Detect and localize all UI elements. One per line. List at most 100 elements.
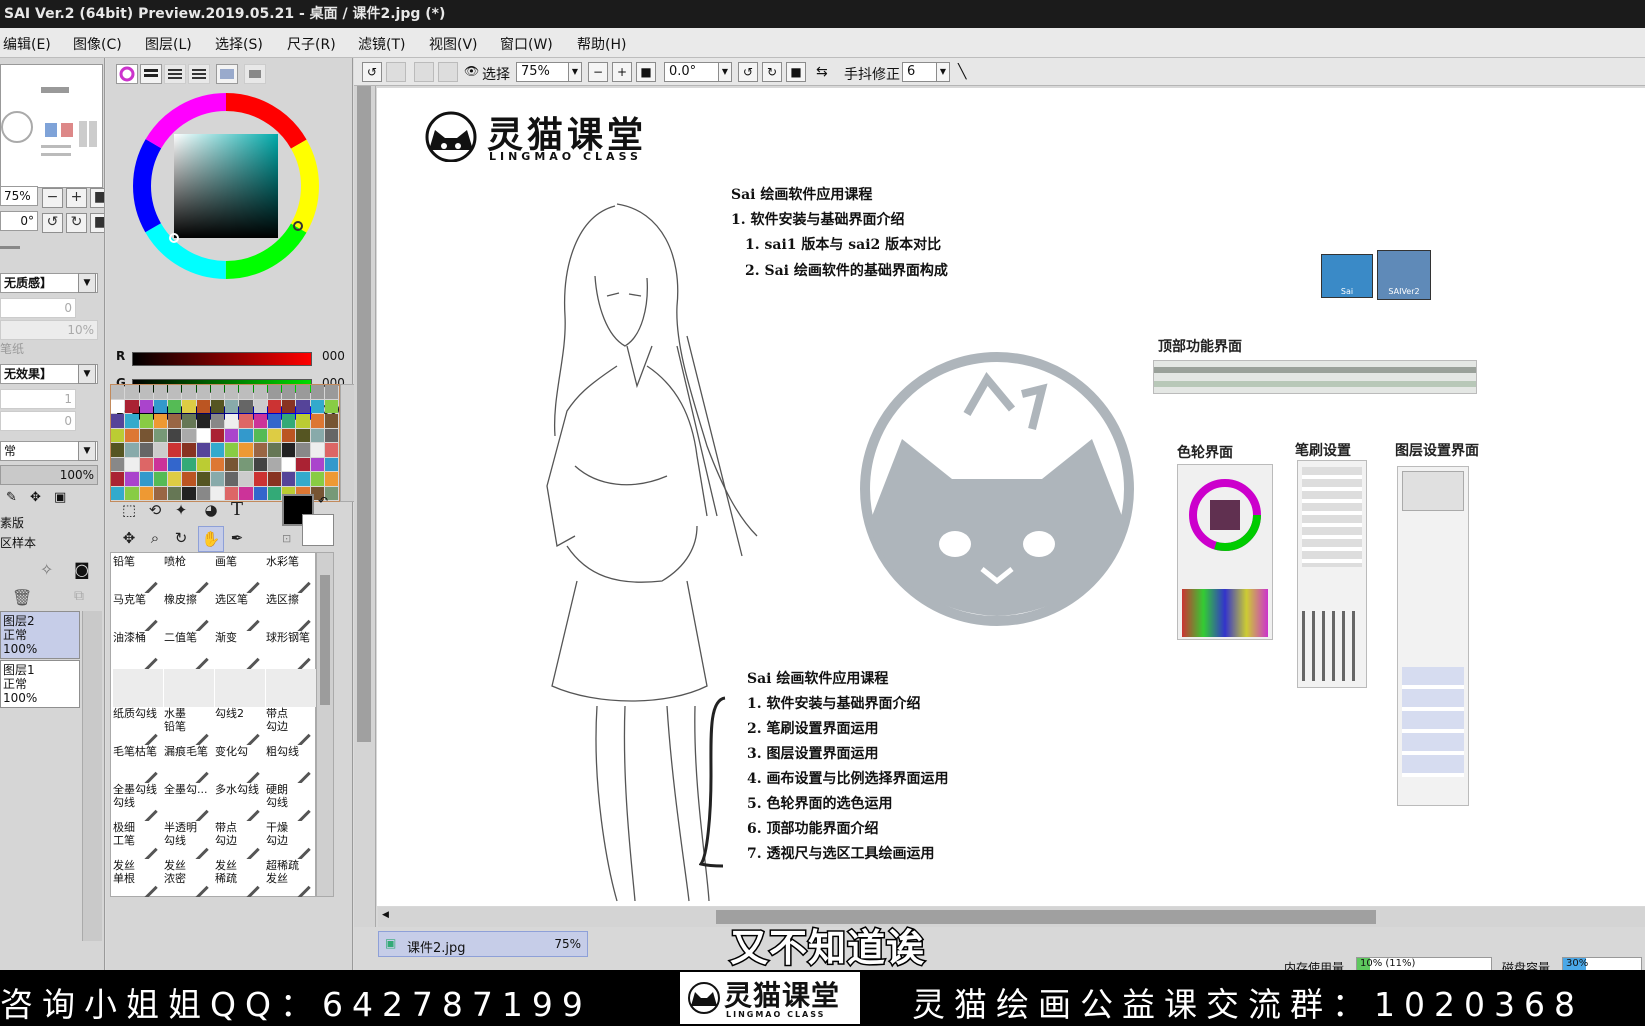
menu-filter[interactable]: 滤镜(T) (358, 34, 405, 54)
color-swatch[interactable] (125, 457, 139, 471)
color-swatch[interactable] (267, 472, 281, 486)
scratchpad-tab[interactable] (244, 64, 266, 84)
rotate-tool-icon[interactable]: ↻ (168, 526, 194, 552)
color-swatch[interactable] (225, 457, 239, 471)
brush-cell[interactable]: 全墨勾... (164, 783, 214, 821)
color-swatch[interactable] (324, 385, 338, 399)
color-swatch[interactable] (267, 457, 281, 471)
vertical-scroll-thumb[interactable] (357, 82, 371, 742)
color-swatch[interactable] (239, 385, 253, 399)
zoom-out-button[interactable]: − (588, 62, 608, 82)
invert-select-button[interactable] (438, 62, 458, 82)
stabilizer-dropdown-icon[interactable]: ▼ (936, 62, 950, 82)
color-swatch[interactable] (310, 472, 324, 486)
color-swatch[interactable] (324, 472, 338, 486)
color-swatch[interactable] (182, 443, 196, 457)
color-swatch[interactable] (168, 428, 182, 442)
color-swatch[interactable] (225, 472, 239, 486)
color-swatch[interactable] (310, 414, 324, 428)
color-swatch[interactable] (282, 457, 296, 471)
color-swatch[interactable] (282, 443, 296, 457)
color-swatch[interactable] (282, 385, 296, 399)
menu-layer[interactable]: 图层(L) (145, 34, 192, 54)
brush-cell[interactable]: 球形钢笔 (266, 631, 316, 669)
color-swatch[interactable] (296, 443, 310, 457)
color-swatch[interactable] (253, 428, 267, 442)
brush-cell[interactable]: 极细 工笔 (113, 821, 163, 859)
color-swatch[interactable] (168, 443, 182, 457)
color-swatch[interactable] (296, 457, 310, 471)
move-icon[interactable]: ✥ (30, 490, 41, 505)
color-swatch[interactable] (153, 472, 167, 486)
color-swatch[interactable] (111, 414, 125, 428)
color-wheel-tab[interactable] (116, 64, 138, 84)
zoom-tool-icon[interactable]: ⌕ (142, 526, 168, 552)
color-swatch[interactable] (296, 399, 310, 413)
color-swatch[interactable] (139, 428, 153, 442)
brush-cell[interactable]: 超稀疏 发丝 (266, 859, 316, 897)
rotate-right-button[interactable]: ↻ (66, 213, 87, 233)
eye-icon[interactable]: 👁 (464, 64, 479, 78)
nav-angle-box[interactable]: 0° (0, 211, 38, 231)
color-swatch[interactable] (182, 428, 196, 442)
swatch-grid[interactable] (110, 384, 340, 502)
brush-cell[interactable]: 半透明 勾线 (164, 821, 214, 859)
color-swatch[interactable] (225, 399, 239, 413)
color-swatch[interactable] (111, 443, 125, 457)
effect-value-2[interactable]: 0 (0, 411, 76, 431)
zoom-in-button[interactable]: + (66, 188, 87, 208)
color-swatch[interactable] (310, 428, 324, 442)
document-tab[interactable]: ▣ 课件2.jpg 75% (378, 931, 588, 957)
color-swatch[interactable] (267, 414, 281, 428)
new-vector-layer-icon[interactable]: ✧ (40, 560, 53, 579)
brush-cell[interactable]: 变化勾 (215, 745, 265, 783)
color-swatch[interactable] (210, 472, 224, 486)
color-swatch[interactable] (182, 414, 196, 428)
brush-cell[interactable]: 橡皮擦 (164, 593, 214, 631)
brush-cell[interactable]: 多水勾线 (215, 783, 265, 821)
color-swatch[interactable] (239, 399, 253, 413)
color-swatch[interactable] (210, 385, 224, 399)
brush-cell[interactable]: 选区笔 (215, 593, 265, 631)
brush-cell[interactable] (113, 669, 163, 707)
menu-window[interactable]: 窗口(W) (500, 34, 553, 54)
zoom-in-button[interactable]: + (612, 62, 632, 82)
menu-ruler[interactable]: 尺子(R) (287, 34, 336, 54)
swatch-tab[interactable] (216, 64, 238, 84)
rotate-reset-button[interactable]: ■ (786, 62, 806, 82)
zoom-reset-button[interactable]: ■ (90, 188, 104, 208)
vertical-scrollbar[interactable] (354, 58, 376, 970)
brush-cell[interactable]: 发丝 稀疏 (215, 859, 265, 897)
text-tool-icon[interactable]: T (224, 498, 250, 524)
brush-scroll-thumb[interactable] (320, 575, 330, 705)
document-canvas[interactable]: 灵猫课堂 LINGMAO CLASS Sai 绘画软件应用课程 1. 软件安装与… (377, 88, 1645, 906)
brush-cell[interactable]: 纸质勾线 (113, 707, 163, 745)
rotate-right-button[interactable]: ↻ (762, 62, 782, 82)
color-swatch[interactable] (324, 443, 338, 457)
hsv-slider-tab[interactable] (164, 64, 186, 84)
color-swatch[interactable] (210, 428, 224, 442)
color-swatch[interactable] (125, 443, 139, 457)
menu-help[interactable]: 帮助(H) (577, 34, 626, 54)
color-swatch[interactable] (196, 457, 210, 471)
blend-mode-dropdown-icon[interactable]: ▼ (78, 441, 96, 461)
color-swatch[interactable] (324, 414, 338, 428)
color-swatch[interactable] (139, 443, 153, 457)
effect-dropdown-icon[interactable]: ▼ (78, 364, 96, 384)
color-swatch[interactable] (267, 399, 281, 413)
color-swatch[interactable] (324, 457, 338, 471)
effect-value-1[interactable]: 1 (0, 389, 76, 409)
eyedropper-icon[interactable]: ✒ (224, 526, 250, 552)
brush-cell[interactable]: 勾线2 (215, 707, 265, 745)
color-swatch[interactable] (196, 385, 210, 399)
color-swatch[interactable] (267, 443, 281, 457)
brush-cell[interactable]: 发丝 单根 (113, 859, 163, 897)
brush-cell[interactable]: 发丝 浓密 (164, 859, 214, 897)
color-swatch[interactable] (282, 428, 296, 442)
zoom-dropdown-icon[interactable]: ▼ (568, 62, 582, 82)
color-swatch[interactable] (253, 472, 267, 486)
layer-opacity-bar[interactable]: 100% (0, 465, 98, 485)
brush-cell[interactable]: 二值笔 (164, 631, 214, 669)
color-swatch[interactable] (182, 472, 196, 486)
menu-image[interactable]: 图像(C) (73, 34, 122, 54)
